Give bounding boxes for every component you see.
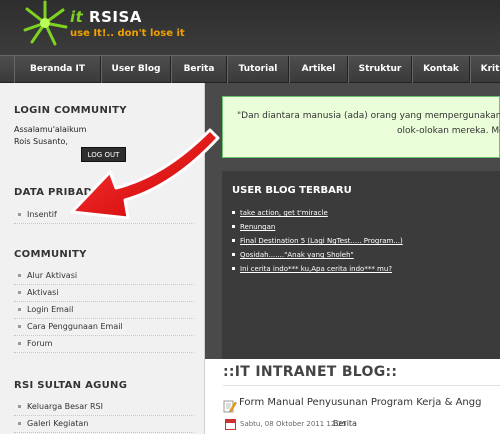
bullet-icon bbox=[18, 212, 21, 216]
quote-text-line-1: "Dan diantara manusia (ada) orang yang m… bbox=[237, 111, 500, 121]
blog-link[interactable]: Final Destination 5 (Lagi NgTest..... Pr… bbox=[232, 237, 403, 245]
blog-link[interactable]: take action, get t'miracle bbox=[232, 209, 328, 217]
sidebar-item-cara-penggunaan-email[interactable]: Cara Penggunaan Email bbox=[14, 319, 194, 336]
bullet-icon bbox=[18, 404, 21, 408]
quote-text-line-2: olok-olokan mereka. Mer bbox=[397, 126, 500, 136]
blog-link[interactable]: Ini cerita indo*** ku,Apa cerita indo***… bbox=[232, 265, 392, 273]
blog-link-label: Ini cerita indo*** ku,Apa cerita indo***… bbox=[240, 265, 393, 273]
sidebar-item-label: Forum bbox=[27, 339, 53, 348]
blog-link-label: Renungan bbox=[240, 223, 276, 231]
blog-link[interactable]: Renungan bbox=[232, 223, 275, 231]
nav-item-beranda-it[interactable]: Beranda IT bbox=[14, 56, 101, 83]
nav-item-krit[interactable]: Krit bbox=[470, 56, 500, 83]
sidebar-item-label: Alur Aktivasi bbox=[27, 271, 78, 280]
intranet-blog-heading: ::IT INTRANET BLOG:: bbox=[223, 364, 398, 380]
bullet-icon bbox=[18, 341, 21, 345]
divider bbox=[223, 385, 500, 386]
bullet-icon bbox=[18, 273, 21, 277]
calendar-icon bbox=[225, 419, 236, 430]
bullet-icon bbox=[18, 324, 21, 328]
user-blog-heading: USER BLOG TERBARU bbox=[232, 185, 352, 196]
sidebar-item-label: Login Email bbox=[27, 305, 74, 314]
bullet-icon bbox=[232, 211, 235, 214]
post-title-link[interactable]: Form Manual Penyusunan Program Kerja & A… bbox=[239, 397, 481, 408]
sidebar-item-label: Cara Penggunaan Email bbox=[27, 322, 123, 331]
blog-link-label: Final Destination 5 (Lagi NgTest..... Pr… bbox=[240, 237, 403, 245]
post-date: Sabtu, 08 Oktober 2011 12:25 bbox=[240, 420, 347, 428]
red-annotation-arrow-icon bbox=[70, 128, 220, 220]
site-header: it RSISA use It!.. don't lose it bbox=[0, 0, 500, 55]
document-pencil-icon bbox=[223, 400, 237, 413]
bullet-icon bbox=[232, 239, 235, 242]
site-tagline: use It!.. don't lose it bbox=[70, 28, 185, 39]
sidebar-item-label: Aktivasi bbox=[27, 288, 59, 297]
user-blog-panel: USER BLOG TERBARU take action, get t'mir… bbox=[222, 171, 500, 359]
bullet-icon bbox=[232, 267, 235, 270]
post-category[interactable]: Berita bbox=[333, 419, 357, 428]
main-nav: Beranda IT User Blog Berita Tutorial Art… bbox=[0, 55, 500, 83]
sidebar-item-alur-aktivasi[interactable]: Alur Aktivasi bbox=[14, 268, 194, 285]
login-username: Rois Susanto, bbox=[14, 137, 68, 146]
blog-link-label: Qosidah......."Anak yang Sholeh" bbox=[240, 251, 354, 259]
sidebar-item-label: Keluarga Besar RSI bbox=[27, 402, 103, 411]
rsi-sultan-agung-heading: RSI SULTAN AGUNG bbox=[14, 380, 128, 391]
sidebar-item-login-email[interactable]: Login Email bbox=[14, 302, 194, 319]
login-community-heading: LOGIN COMMUNITY bbox=[14, 105, 127, 116]
nav-item-struktur[interactable]: Struktur bbox=[348, 56, 412, 83]
blog-link-label: take action, get t'miracle bbox=[240, 209, 328, 217]
sidebar-item-label: Insentif bbox=[27, 210, 57, 219]
star-logo-icon bbox=[23, 0, 68, 46]
bullet-icon bbox=[232, 253, 235, 256]
brand-name: RSISA bbox=[89, 8, 142, 26]
nav-item-kontak[interactable]: Kontak bbox=[412, 56, 470, 83]
blog-link[interactable]: Qosidah......."Anak yang Sholeh" bbox=[232, 251, 354, 259]
quote-box: "Dan diantara manusia (ada) orang yang m… bbox=[222, 96, 500, 158]
sidebar-item-keluarga-besar-rsi[interactable]: Keluarga Besar RSI bbox=[14, 399, 194, 416]
nav-item-tutorial[interactable]: Tutorial bbox=[227, 56, 289, 83]
sidebar-item-label: Galeri Kegiatan bbox=[27, 419, 89, 428]
bullet-icon bbox=[232, 225, 235, 228]
nav-item-berita[interactable]: Berita bbox=[171, 56, 227, 83]
nav-item-artikel[interactable]: Artikel bbox=[289, 56, 348, 83]
bullet-icon bbox=[18, 421, 21, 425]
community-heading: COMMUNITY bbox=[14, 249, 87, 260]
intranet-blog-section: ::IT INTRANET BLOG:: Form Manual Penyusu… bbox=[205, 359, 500, 434]
site-logo-title[interactable]: it RSISA bbox=[70, 8, 142, 26]
brand-prefix: it bbox=[70, 8, 84, 26]
sidebar-item-forum[interactable]: Forum bbox=[14, 336, 194, 353]
bullet-icon bbox=[18, 307, 21, 311]
sidebar-item-aktivasi[interactable]: Aktivasi bbox=[14, 285, 194, 302]
nav-item-user-blog[interactable]: User Blog bbox=[101, 56, 171, 83]
sidebar-item-galeri-kegiatan[interactable]: Galeri Kegiatan bbox=[14, 416, 194, 433]
bullet-icon bbox=[18, 290, 21, 294]
